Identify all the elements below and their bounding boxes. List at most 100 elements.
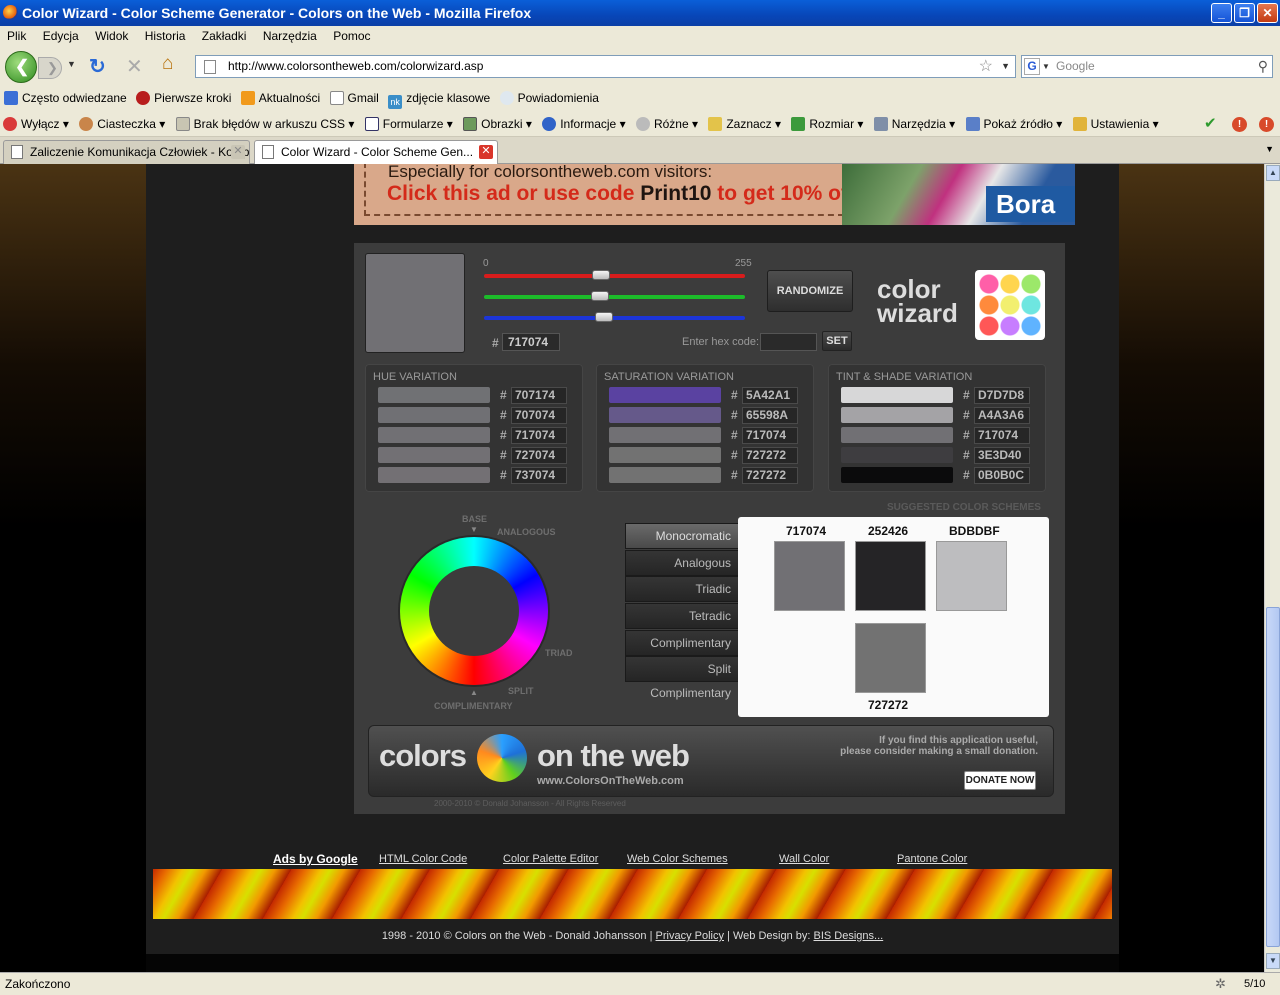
tab-close-icon[interactable]: ✕	[479, 145, 493, 159]
menu-widok[interactable]: Widok	[95, 29, 128, 43]
engine-dropdown-icon[interactable]: ▼	[1042, 56, 1050, 77]
scheme-complimentary-button[interactable]: Complimentary	[625, 630, 739, 656]
scheme-tetradic-button[interactable]: Tetradic	[625, 603, 739, 629]
menu-plik[interactable]: Plik	[7, 29, 26, 43]
saturation-row[interactable]: #717074	[609, 427, 799, 444]
scroll-thumb[interactable]	[1266, 607, 1280, 947]
tint-row[interactable]: # A4A3A6	[841, 407, 1031, 424]
tab-color-wizard[interactable]: Color Wizard - Color Scheme Gen... ✕	[254, 140, 498, 165]
saturation-row[interactable]: #727272	[609, 447, 799, 464]
saturation-row[interactable]: #65598A	[609, 407, 799, 424]
wd-obrazki[interactable]: Obrazki ▾	[463, 111, 532, 137]
maximize-button[interactable]: ❐	[1234, 3, 1255, 23]
tab-close-icon[interactable]: ✕	[231, 145, 245, 159]
hex-input[interactable]	[760, 333, 817, 351]
pantone-color-link[interactable]: Pantone Color	[897, 853, 967, 865]
color-swatch[interactable]	[609, 427, 721, 443]
tab-list-dropdown-icon[interactable]: ▼	[1265, 144, 1274, 154]
scheme-swatch-4[interactable]	[855, 623, 926, 693]
stop-icon[interactable]: ✕	[126, 54, 143, 79]
minimize-button[interactable]: _	[1211, 3, 1232, 23]
scheme-monocromatic-button[interactable]: Monocromatic	[625, 523, 739, 549]
search-magnifier-icon[interactable]: ⚲	[1258, 56, 1268, 77]
scheme-triadic-button[interactable]: Triadic	[625, 576, 739, 602]
set-hex-button[interactable]: SET	[822, 331, 852, 351]
blue-slider[interactable]	[484, 312, 745, 322]
color-swatch[interactable]	[609, 387, 721, 403]
green-slider-thumb[interactable]	[590, 291, 609, 301]
wd-rozmiar[interactable]: Rozmiar ▾	[791, 111, 863, 137]
reload-icon[interactable]: ↻	[89, 54, 106, 79]
color-swatch[interactable]	[841, 387, 953, 403]
scroll-down-icon[interactable]: ▼	[1266, 953, 1280, 969]
wd-informacje[interactable]: Informacje ▾	[542, 111, 626, 137]
wd-pokaz-zrodlo[interactable]: Pokaż źródło ▾	[965, 111, 1062, 137]
search-bar[interactable]: G ▼ Google ⚲	[1021, 55, 1273, 78]
scheme-swatch-3[interactable]	[936, 541, 1007, 611]
back-button[interactable]: ❮	[5, 51, 37, 83]
hue-row[interactable]: #717074	[378, 427, 568, 444]
color-swatch[interactable]	[378, 407, 490, 423]
red-slider-thumb[interactable]	[591, 270, 610, 280]
menu-pomoc[interactable]: Pomoc	[333, 29, 370, 43]
wd-ustawienia[interactable]: Ustawienia ▾	[1072, 111, 1159, 137]
scheme-swatch-1[interactable]	[774, 541, 845, 611]
menu-historia[interactable]: Historia	[145, 29, 186, 43]
wd-zaznacz[interactable]: Zaznacz ▾	[708, 111, 781, 137]
tint-row[interactable]: #717074	[841, 427, 1031, 444]
color-swatch[interactable]	[841, 427, 953, 443]
menu-edycja[interactable]: Edycja	[43, 29, 79, 43]
bookmark-powiadomienia[interactable]: Powiadomienia	[499, 86, 599, 111]
color-swatch[interactable]	[841, 467, 953, 483]
saturation-row[interactable]: #5A42A1	[609, 387, 799, 404]
scheme-swatch-2[interactable]	[855, 541, 926, 611]
hue-row[interactable]: #737074	[378, 467, 568, 484]
color-swatch[interactable]	[378, 387, 490, 403]
scroll-up-icon[interactable]: ▲	[1266, 165, 1280, 181]
ads-by-google-link[interactable]: Ads by Google	[273, 852, 358, 866]
saturation-row[interactable]: #727272	[609, 467, 799, 484]
menu-zakladki[interactable]: Zakładki	[202, 29, 247, 43]
color-swatch[interactable]	[609, 467, 721, 483]
url-dropdown-icon[interactable]: ▼	[1001, 56, 1010, 77]
bis-designs-link[interactable]: BIS Designs...	[813, 930, 883, 942]
bookmark-czesto-odwiedzane[interactable]: Często odwiedzane	[4, 86, 127, 111]
google-engine-icon[interactable]: G	[1024, 58, 1040, 75]
addon-bug-icon[interactable]: ✲	[1215, 973, 1226, 995]
vertical-scrollbar[interactable]: ▲ ▼	[1264, 164, 1280, 972]
color-palette-editor-link[interactable]: Color Palette Editor	[503, 853, 598, 865]
green-slider[interactable]	[484, 291, 745, 301]
forward-button[interactable]: ❯	[38, 57, 62, 79]
wd-narzedzia[interactable]: Narzędzia ▾	[873, 111, 955, 137]
wd-rozne[interactable]: Różne ▾	[635, 111, 698, 137]
privacy-policy-link[interactable]: Privacy Policy	[656, 930, 724, 942]
color-swatch[interactable]	[609, 407, 721, 423]
html-color-code-link[interactable]: HTML Color Code	[379, 853, 467, 865]
hue-row[interactable]: #707074	[378, 407, 568, 424]
menu-narzedzia[interactable]: Narzędzia	[263, 29, 317, 43]
tint-row[interactable]: #3E3D40	[841, 447, 1031, 464]
css-valid-check-icon[interactable]: ✔	[1204, 111, 1217, 137]
error-icon[interactable]: !	[1259, 117, 1274, 132]
close-window-button[interactable]: ✕	[1257, 3, 1278, 23]
advertisement-banner[interactable]: Especially for colorsontheweb.com visito…	[354, 164, 1075, 225]
color-swatch[interactable]	[378, 467, 490, 483]
url-bar[interactable]: http://www.colorsontheweb.com/colorwizar…	[195, 55, 1016, 78]
bookmark-pierwsze-kroki[interactable]: Pierwsze kroki	[136, 86, 231, 111]
donate-now-button[interactable]: DONATE NOW	[964, 771, 1036, 790]
tint-row[interactable]: #0B0B0C	[841, 467, 1031, 484]
web-color-schemes-link[interactable]: Web Color Schemes	[627, 853, 728, 865]
tint-row[interactable]: # D7D7D8	[841, 387, 1031, 404]
randomize-button[interactable]: RANDOMIZE	[767, 270, 853, 312]
tab-zaliczenie[interactable]: Zaliczenie Komunikacja Człowiek - Komp..…	[3, 140, 250, 164]
color-swatch[interactable]	[609, 447, 721, 463]
scheme-split-complimentary-button[interactable]: Split Complimentary	[625, 656, 739, 700]
hue-row[interactable]: #727074	[378, 447, 568, 464]
bookmark-zdjecie-klasowe[interactable]: nk zdjęcie klasowe	[388, 86, 490, 111]
history-dropdown-icon[interactable]: ▼	[67, 59, 76, 69]
wd-ciasteczka[interactable]: Ciasteczka ▾	[79, 111, 165, 137]
color-swatch[interactable]	[378, 427, 490, 443]
wall-color-link[interactable]: Wall Color	[779, 853, 829, 865]
bookmark-star-icon[interactable]: ☆	[979, 56, 993, 77]
color-swatch[interactable]	[841, 407, 953, 423]
